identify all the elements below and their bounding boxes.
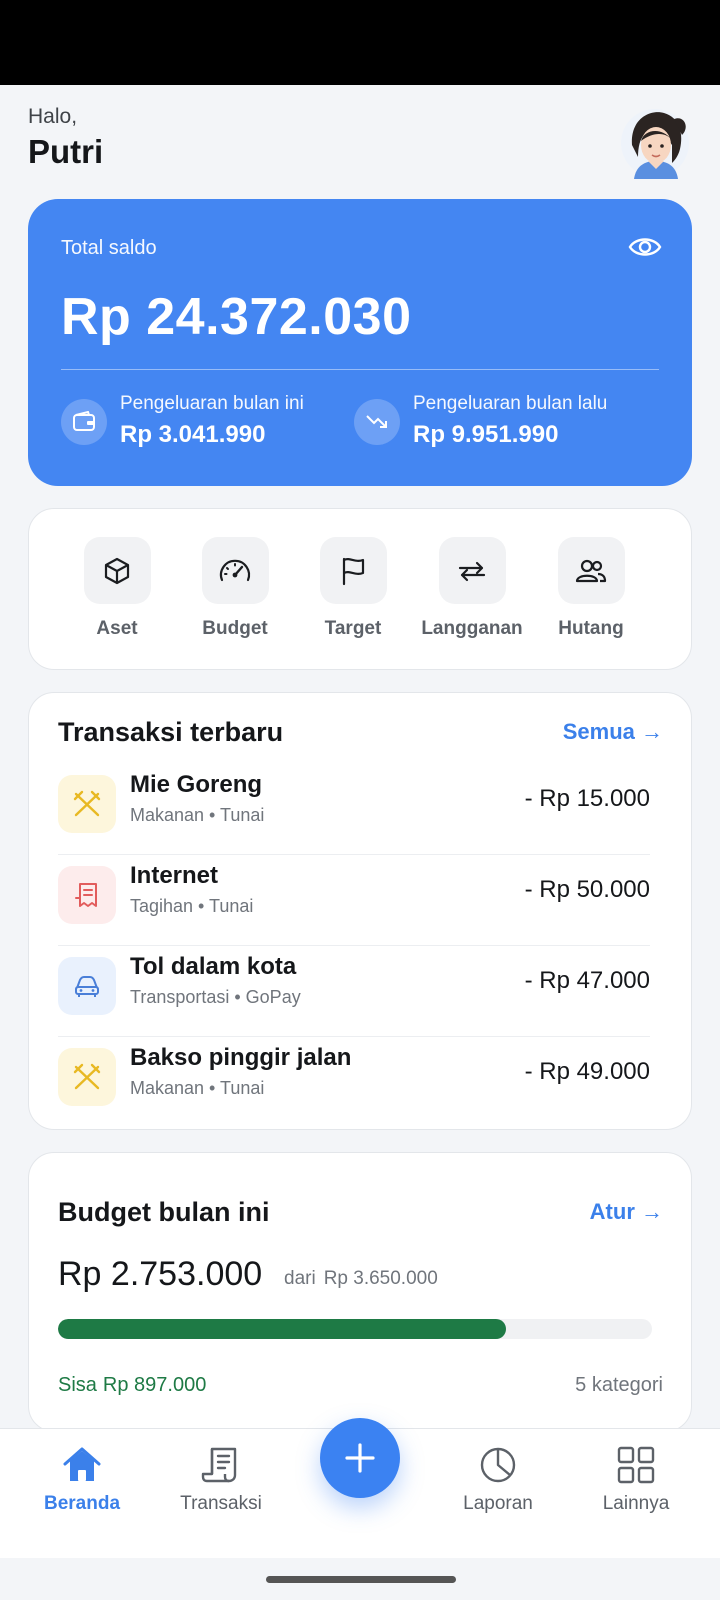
balance-label: Total saldo xyxy=(61,237,157,259)
transaction-amount: - Rp 15.000 xyxy=(524,785,650,812)
transaction-amount: - Rp 50.000 xyxy=(524,876,650,903)
budget-remaining-label: Sisa xyxy=(58,1374,97,1396)
menu-label: Hutang xyxy=(558,618,624,639)
avatar[interactable] xyxy=(620,105,690,179)
home-icon xyxy=(60,1443,104,1487)
transaction-name: Bakso pinggir jalan xyxy=(130,1044,352,1071)
budget-progress-fill xyxy=(58,1319,506,1339)
transaction-name: Tol dalam kota xyxy=(130,953,297,980)
budget-limit-text: dari Rp 3.650.000 xyxy=(284,1268,438,1290)
menu-item-langganan[interactable]: Langganan xyxy=(412,537,532,640)
receipt-icon xyxy=(199,1443,243,1487)
budget-limit: Rp 3.650.000 xyxy=(323,1268,438,1289)
flag-icon xyxy=(319,537,387,604)
receipt-icon xyxy=(58,866,116,924)
nav-label: Transaksi xyxy=(180,1493,262,1514)
transaction-row[interactable]: Mie Goreng Makanan • Tunai - Rp 15.000 xyxy=(58,765,650,857)
transaction-name: Mie Goreng xyxy=(130,771,263,798)
stat-label: Pengeluaran bulan lalu xyxy=(413,393,608,414)
section-title: Budget bulan ini xyxy=(58,1197,270,1227)
divider xyxy=(58,854,650,855)
budget-card: Budget bulan ini Atur → Rp 2.753.000 dar… xyxy=(28,1152,692,1432)
budget-remaining-text: Sisa Rp 897.000 xyxy=(58,1374,206,1397)
stat-value: Rp 3.041.990 xyxy=(120,421,266,448)
nav-transaksi[interactable]: Transaksi xyxy=(161,1443,281,1515)
utensils-icon xyxy=(58,1048,116,1106)
menu-item-target[interactable]: Target xyxy=(293,537,413,640)
budget-categories[interactable]: 5 kategori xyxy=(575,1374,663,1397)
transaction-meta: Makanan • Tunai xyxy=(130,805,265,825)
quick-menu: Aset Budget Target Langganan Hutang xyxy=(28,508,692,670)
menu-item-hutang[interactable]: Hutang xyxy=(531,537,651,640)
nav-lainnya[interactable]: Lainnya xyxy=(576,1443,696,1515)
budget-of-label: dari xyxy=(284,1268,316,1289)
eye-icon[interactable] xyxy=(628,234,662,260)
car-icon xyxy=(58,957,116,1015)
pie-chart-icon xyxy=(476,1443,520,1487)
menu-label: Aset xyxy=(96,618,138,639)
add-transaction-button[interactable] xyxy=(320,1418,400,1498)
wallet-icon xyxy=(61,399,107,445)
menu-item-aset[interactable]: Aset xyxy=(57,537,177,640)
balance-card: Total saldo Rp 24.372.030 Pengeluaran bu… xyxy=(28,199,692,486)
cube-icon xyxy=(83,537,151,604)
transaction-meta: Tagihan • Tunai xyxy=(130,896,254,916)
balance-amount: Rp 24.372.030 xyxy=(61,288,412,346)
divider xyxy=(58,1036,650,1037)
transaction-row[interactable]: Tol dalam kota Transportasi • GoPay - Rp… xyxy=(58,947,650,1039)
manage-budget-link[interactable]: Atur → xyxy=(590,1199,663,1225)
gauge-icon xyxy=(201,537,269,604)
transaction-row[interactable]: Internet Tagihan • Tunai - Rp 50.000 xyxy=(58,856,650,948)
stat-label: Pengeluaran bulan ini xyxy=(120,393,304,414)
see-all-link[interactable]: Semua → xyxy=(563,719,663,745)
section-title: Transaksi terbaru xyxy=(58,717,284,747)
transaction-row[interactable]: Bakso pinggir jalan Makanan • Tunai - Rp… xyxy=(58,1038,650,1130)
budget-remaining: Rp 897.000 xyxy=(102,1374,207,1396)
transaction-meta: Makanan • Tunai xyxy=(130,1078,265,1098)
nav-laporan[interactable]: Laporan xyxy=(438,1443,558,1515)
menu-label: Target xyxy=(324,618,382,639)
stat-value: Rp 9.951.990 xyxy=(413,421,559,448)
trend-down-icon xyxy=(354,399,400,445)
menu-item-budget[interactable]: Budget xyxy=(175,537,295,640)
transaction-name: Internet xyxy=(130,862,219,889)
recent-transactions-card: Transaksi terbaru Semua → Mie Goreng Mak… xyxy=(28,692,692,1130)
status-bar xyxy=(0,0,720,85)
users-icon xyxy=(557,537,625,604)
transaction-amount: - Rp 47.000 xyxy=(524,967,650,994)
nav-label: Lainnya xyxy=(602,1493,670,1514)
divider xyxy=(61,369,659,370)
greeting-text: Halo, xyxy=(28,105,78,128)
transaction-meta: Transportasi • GoPay xyxy=(130,987,301,1007)
home-indicator[interactable] xyxy=(266,1576,456,1583)
grid-icon xyxy=(614,1443,658,1487)
budget-spent: Rp 2.753.000 xyxy=(58,1255,263,1293)
nav-beranda[interactable]: Beranda xyxy=(22,1443,142,1515)
nav-label: Laporan xyxy=(463,1493,533,1514)
divider xyxy=(58,945,650,946)
utensils-icon xyxy=(58,775,116,833)
header: Halo, Putri xyxy=(28,105,692,185)
plus-icon xyxy=(345,1443,375,1473)
menu-label: Budget xyxy=(202,618,268,639)
budget-progress-bar xyxy=(58,1319,652,1339)
nav-label: Beranda xyxy=(43,1493,121,1514)
user-name: Putri xyxy=(28,133,104,170)
repeat-icon xyxy=(438,537,506,604)
transaction-amount: - Rp 49.000 xyxy=(524,1058,650,1085)
menu-label: Langganan xyxy=(421,618,523,639)
